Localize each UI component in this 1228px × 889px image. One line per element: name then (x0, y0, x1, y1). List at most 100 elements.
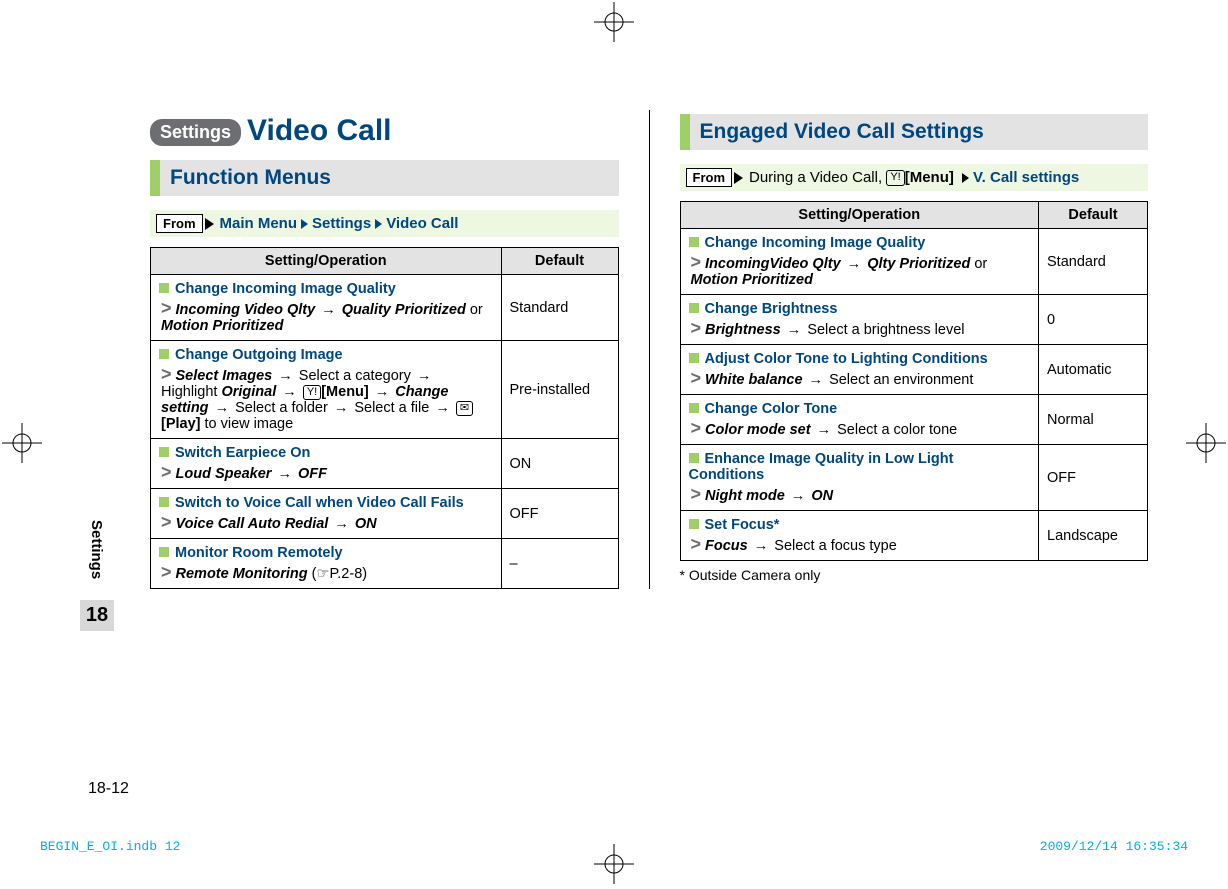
setting-path: Night mode → ON (705, 488, 833, 504)
breadcrumb: From Main Menu Settings Video Call (150, 210, 619, 237)
setting-path: White balance → Select an environment (705, 372, 973, 388)
play-icon (205, 218, 214, 230)
setting-cell: Enhance Image Quality in Low Light Condi… (680, 445, 1039, 511)
th-default: Default (1039, 202, 1148, 229)
bullet-icon (159, 349, 169, 359)
setting-title: Change Color Tone (705, 401, 838, 417)
setting-title: Change Incoming Image Quality (705, 235, 926, 251)
setting-title: Switch Earpiece On (175, 445, 310, 461)
default-cell: Standard (501, 275, 618, 341)
section-header: Function Menus (150, 160, 619, 196)
breadcrumb-path: During a Video Call, Y![Menu] V. Call se… (749, 169, 1079, 186)
setting-cell: Adjust Color Tone to Lighting Conditions… (680, 345, 1039, 395)
from-label: From (156, 214, 203, 233)
page-title: SettingsVideo Call (150, 114, 619, 148)
chevron-right-icon (301, 219, 308, 229)
default-cell: – (501, 539, 618, 589)
table-row: Set Focus*>Focus → Select a focus type La… (680, 511, 1148, 561)
section-title: Engaged Video Call Settings (700, 120, 984, 143)
setting-cell: Change Incoming Image Quality>Incoming V… (151, 275, 502, 341)
arrow-gt-icon: > (691, 369, 702, 387)
th-setting: Setting/Operation (151, 248, 502, 275)
setting-title: Change Brightness (705, 301, 838, 317)
setting-cell: Switch to Voice Call when Video Call Fai… (151, 489, 502, 539)
default-cell: Pre-installed (501, 341, 618, 439)
setting-path: Remote Monitoring (☞P.2-8) (176, 566, 368, 582)
default-cell: 0 (1039, 295, 1148, 345)
setting-path: IncomingVideo Qlty → Qlty Prioritized or… (691, 256, 988, 288)
bullet-icon (159, 283, 169, 293)
default-cell: OFF (1039, 445, 1148, 511)
bullet-icon (689, 237, 699, 247)
right-column: Engaged Video Call Settings From During … (680, 110, 1149, 589)
setting-path: Color mode set → Select a color tone (705, 422, 957, 438)
table-row: Switch Earpiece On>Loud Speaker → OFFON (151, 439, 619, 489)
section-title: Function Menus (170, 166, 331, 189)
setting-path: Loud Speaker → OFF (176, 466, 327, 482)
setting-path: Focus → Select a focus type (705, 538, 897, 554)
bullet-icon (689, 303, 699, 313)
settings-pill: Settings (150, 119, 241, 146)
setting-title: Switch to Voice Call when Video Call Fai… (175, 495, 464, 511)
arrow-gt-icon: > (161, 463, 172, 481)
setting-title: Monitor Room Remotely (175, 545, 343, 561)
crumb-menu: [Menu] (905, 169, 954, 186)
bullet-icon (689, 403, 699, 413)
print-filename: BEGIN_E_OI.indb 12 (40, 839, 180, 854)
crumb: Settings (312, 215, 371, 232)
table-row: Change Outgoing Image>Select Images → Se… (151, 341, 619, 439)
table-row: Change Brightness>Brightness → Select a … (680, 295, 1148, 345)
bullet-icon (689, 519, 699, 529)
arrow-gt-icon: > (161, 299, 172, 317)
crumb: Main Menu (220, 215, 298, 232)
footnote: * Outside Camera only (680, 567, 1149, 583)
setting-cell: Change Brightness>Brightness → Select a … (680, 295, 1039, 345)
default-cell: Automatic (1039, 345, 1148, 395)
arrow-gt-icon: > (161, 563, 172, 581)
y-key-icon: Y! (886, 170, 904, 185)
section-header: Engaged Video Call Settings (680, 114, 1149, 150)
arrow-gt-icon: > (691, 419, 702, 437)
setting-title: Change Incoming Image Quality (175, 281, 396, 297)
bullet-icon (689, 353, 699, 363)
left-column: SettingsVideo Call Function Menus From M… (150, 110, 619, 589)
table-row: Enhance Image Quality in Low Light Condi… (680, 445, 1148, 511)
default-cell: Landscape (1039, 511, 1148, 561)
crumb: V. Call settings (973, 169, 1079, 186)
breadcrumb-path: Main Menu Settings Video Call (220, 215, 459, 232)
setting-path: Select Images → Select a category → High… (161, 368, 473, 432)
th-setting: Setting/Operation (680, 202, 1039, 229)
arrow-gt-icon: > (691, 253, 702, 271)
print-timestamp: 2009/12/14 16:35:34 (1040, 839, 1188, 854)
th-default: Default (501, 248, 618, 275)
setting-path: Voice Call Auto Redial → ON (176, 516, 377, 532)
default-cell: Standard (1039, 229, 1148, 295)
registration-mark-icon (2, 423, 42, 463)
arrow-gt-icon: > (691, 319, 702, 337)
crumb-text: During a Video Call, (749, 169, 886, 186)
setting-path: Incoming Video Qlty → Quality Prioritize… (161, 302, 483, 334)
table-row: Monitor Room Remotely>Remote Monitoring … (151, 539, 619, 589)
settings-table-left: Setting/Operation Default Change Incomin… (150, 247, 619, 589)
setting-title: Adjust Color Tone to Lighting Conditions (705, 351, 988, 367)
bullet-icon (159, 497, 169, 507)
crumb: Video Call (386, 215, 458, 232)
table-row: Switch to Voice Call when Video Call Fai… (151, 489, 619, 539)
default-cell: ON (501, 439, 618, 489)
setting-cell: Switch Earpiece On>Loud Speaker → OFF (151, 439, 502, 489)
table-row: Change Color Tone>Color mode set → Selec… (680, 395, 1148, 445)
table-row: Change Incoming Image Quality>Incoming V… (151, 275, 619, 341)
setting-cell: Change Color Tone>Color mode set → Selec… (680, 395, 1039, 445)
bullet-icon (159, 447, 169, 457)
settings-table-right: Setting/Operation Default Change Incomin… (680, 201, 1149, 561)
column-divider (649, 110, 650, 589)
setting-title: Enhance Image Quality in Low Light Condi… (689, 451, 954, 483)
bullet-icon (159, 547, 169, 557)
arrow-gt-icon: > (691, 535, 702, 553)
default-cell: OFF (501, 489, 618, 539)
registration-mark-icon (594, 2, 634, 42)
setting-title: Change Outgoing Image (175, 347, 343, 363)
setting-title: Set Focus* (705, 517, 780, 533)
chevron-right-icon (375, 219, 382, 229)
arrow-gt-icon: > (161, 365, 172, 383)
